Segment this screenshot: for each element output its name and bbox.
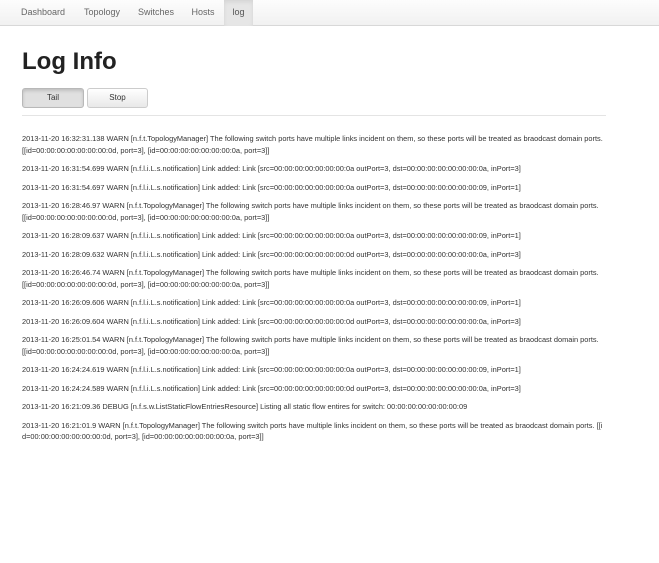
nav-item-hosts[interactable]: Hosts (182, 0, 224, 26)
log-entry: 2013-11-20 16:26:09.606 WARN [n.f.l.i.L.… (22, 298, 521, 307)
log-entry: 2013-11-20 16:26:46.74 WARN [n.f.t.Topol… (22, 268, 599, 289)
log-entry: 2013-11-20 16:31:54.697 WARN [n.f.l.i.L.… (22, 182, 521, 192)
log-entry: 2013-11-20 16:28:09.637 WARN [n.f.l.i.L.… (22, 231, 521, 240)
nav-item-dashboard[interactable]: Dashboard (12, 0, 74, 26)
log-list: 2013-11-20 16:32:31.138 WARN [n.f.t.Topo… (22, 133, 606, 450)
log-entry: 2013-11-20 16:24:24.619 WARN [n.f.l.i.L.… (22, 365, 521, 374)
stop-button[interactable]: Stop (87, 88, 148, 108)
tail-button[interactable]: Tail (22, 88, 84, 108)
log-entry: 2013-11-20 16:21:01.9 WARN [n.f.t.Topolo… (22, 420, 603, 442)
top-navbar: Dashboard Topology Switches Hosts log (0, 0, 659, 26)
log-entry: 2013-11-20 16:28:46.97 WARN [n.f.t.Topol… (22, 201, 599, 222)
divider (22, 115, 606, 116)
page-title: Log Info (22, 48, 117, 75)
log-entry: 2013-11-20 16:21:09.36 DEBUG [n.f.s.w.Li… (22, 402, 468, 411)
log-entry: 2013-11-20 16:31:54.699 WARN [n.f.l.i.L.… (22, 164, 521, 173)
nav-item-topology[interactable]: Topology (74, 0, 130, 26)
nav-item-switches[interactable]: Switches (130, 0, 182, 26)
log-entry: 2013-11-20 16:28:09.632 WARN [n.f.l.i.L.… (22, 249, 521, 259)
log-entry: 2013-11-20 16:24:24.589 WARN [n.f.l.i.L.… (22, 383, 521, 393)
log-entry: 2013-11-20 16:26:09.604 WARN [n.f.l.i.L.… (22, 316, 521, 326)
log-entry: 2013-11-20 16:25:01.54 WARN [n.f.t.Topol… (22, 335, 599, 356)
nav-item-log[interactable]: log (224, 0, 253, 26)
log-entry: 2013-11-20 16:32:31.138 WARN [n.f.t.Topo… (22, 134, 603, 155)
